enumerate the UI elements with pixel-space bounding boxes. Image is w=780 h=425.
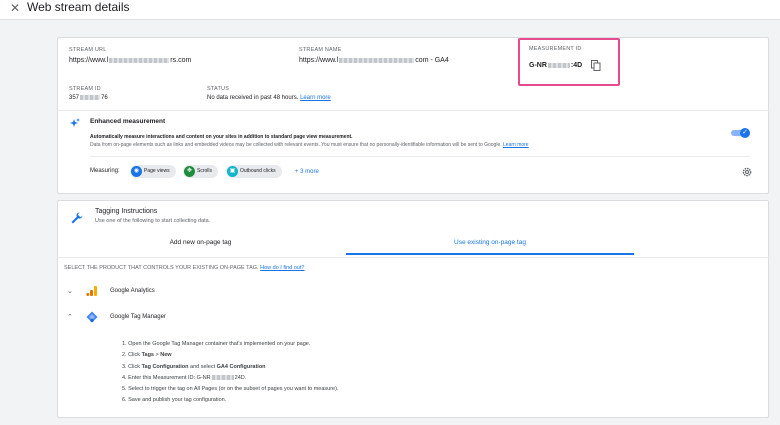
measurement-id-value: G-NR:4D: [529, 62, 583, 69]
measurement-id-label: MEASUREMENT ID: [529, 46, 582, 52]
stream-details-card: STREAM URL https://www.l rs.com STREAM NA…: [57, 37, 770, 194]
stream-id-value: 357 76: [69, 95, 108, 102]
status-learn-more-link[interactable]: Learn more: [300, 95, 331, 101]
stream-url-label: STREAM URL: [69, 47, 107, 53]
crosshair-icon: ✥: [184, 166, 195, 177]
google-analytics-icon: [86, 286, 97, 296]
step-5: 5. Select to trigger the tag on All Page…: [122, 386, 339, 393]
enhanced-learn-more-link[interactable]: Learn more: [503, 142, 529, 148]
stream-id-label: STREAM ID: [69, 86, 101, 92]
step-2: 2. Click Tags > New: [122, 352, 172, 359]
chip-label: Outbound clicks: [240, 168, 276, 174]
divider: [90, 156, 750, 157]
enhanced-measurement-title: Enhanced measurement: [90, 118, 166, 125]
step-1: 1. Open the Google Tag Manager container…: [122, 341, 311, 347]
more-events-link[interactable]: + 3 more: [295, 169, 319, 175]
divider: [58, 110, 770, 111]
chip-scrolls[interactable]: ✥ Scrolls: [183, 165, 219, 178]
product-row-google-tag-manager[interactable]: ⌃ Google Tag Manager: [58, 310, 770, 326]
copy-icon[interactable]: [591, 60, 601, 71]
google-tag-manager-icon: [86, 311, 98, 323]
tagging-subtitle: Use one of the following to start collec…: [95, 218, 211, 224]
status-value: No data received in past 48 hours. Learn…: [207, 95, 331, 101]
gtm-steps-list: 1. Open the Google Tag Manager container…: [122, 341, 338, 409]
how-do-i-find-out-link[interactable]: How do I find out?: [260, 265, 304, 271]
top-bar: ✕ Web stream details: [0, 0, 780, 20]
stream-name-label: STREAM NAME: [299, 47, 342, 53]
enhanced-description: Automatically measure interactions and c…: [90, 134, 353, 140]
tab-add-new-tag[interactable]: Add new on-page tag: [128, 231, 273, 255]
close-icon[interactable]: ✕: [10, 1, 20, 15]
step-4: 4. Enter this Measurement ID: G-NR 24D.: [122, 374, 247, 381]
product-name: Google Analytics: [110, 288, 155, 294]
divider: [58, 257, 770, 258]
chevron-down-icon[interactable]: ⌄: [67, 287, 73, 295]
gear-icon[interactable]: [741, 166, 753, 178]
step-3: 3. Click Tag Configuration and select GA…: [122, 363, 266, 370]
page-title: Web stream details: [27, 0, 130, 14]
measuring-label: Measuring:: [90, 168, 120, 174]
tagging-instructions-card: Tagging Instructions Use one of the foll…: [57, 200, 770, 418]
chevron-up-icon[interactable]: ⌃: [67, 313, 73, 321]
product-name: Google Tag Manager: [110, 314, 166, 320]
tab-use-existing-tag[interactable]: Use existing on-page tag: [346, 231, 634, 255]
enhanced-description-2: Data from on-page elements such as links…: [90, 142, 529, 148]
select-product-prompt: SELECT THE PRODUCT THAT CONTROLS YOUR EX…: [64, 265, 305, 271]
measurement-id-highlight: MEASUREMENT ID G-NR:4D: [518, 38, 620, 86]
enhanced-measurement-toggle[interactable]: ✓: [731, 128, 751, 138]
stream-url-value: https://www.l rs.com: [69, 57, 192, 64]
tagging-title: Tagging Instructions: [95, 208, 158, 215]
step-6: 6. Save and publish your tag configurati…: [122, 397, 227, 404]
sparkle-icon: [70, 118, 80, 127]
chip-label: Page views: [144, 168, 170, 174]
check-icon: ✓: [740, 128, 750, 138]
chip-label: Scrolls: [197, 168, 213, 174]
lock-icon: ▣: [227, 166, 238, 177]
wrench-icon: [71, 212, 83, 224]
chip-page-views[interactable]: ◉ Page views: [130, 165, 176, 178]
stream-name-value: https://www.l com - GA4: [299, 57, 449, 64]
chip-outbound-clicks[interactable]: ▣ Outbound clicks: [226, 165, 282, 178]
status-label: STATUS: [207, 86, 230, 92]
eye-icon: ◉: [131, 166, 142, 177]
product-row-google-analytics[interactable]: ⌄ Google Analytics: [58, 284, 770, 300]
